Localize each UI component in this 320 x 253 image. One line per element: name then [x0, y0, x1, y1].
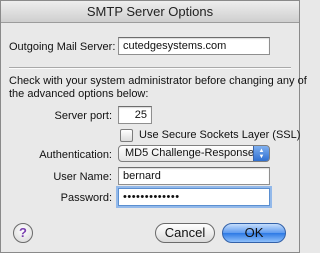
advanced-note-line2: the advanced options below: — [9, 88, 149, 100]
username-input[interactable]: bernard — [118, 167, 270, 185]
server-port-label: Server port: — [54, 110, 112, 122]
smtp-options-dialog: SMTP Server Options Outgoing Mail Server… — [0, 0, 307, 253]
section-divider — [9, 67, 291, 69]
advanced-note-line1: Check with your system administrator bef… — [9, 75, 307, 87]
ssl-checkbox[interactable] — [120, 129, 133, 142]
cancel-button[interactable]: Cancel — [155, 223, 215, 243]
popup-arrows-icon: ▲ ▼ — [253, 146, 269, 161]
authentication-label: Authentication: — [39, 149, 112, 161]
password-input[interactable]: ••••••••••••• — [118, 188, 270, 206]
outgoing-server-input[interactable]: cutedgesystems.com — [118, 37, 270, 55]
authentication-selected-value: MD5 Challenge-Response — [125, 147, 255, 159]
ok-button[interactable]: OK — [222, 223, 286, 243]
help-button[interactable]: ? — [13, 223, 33, 243]
dialog-title: SMTP Server Options — [1, 1, 299, 23]
ssl-label[interactable]: Use Secure Sockets Layer (SSL) — [139, 129, 300, 141]
password-label: Password: — [60, 192, 112, 204]
authentication-select[interactable]: MD5 Challenge-Response ▲ ▼ — [118, 145, 270, 162]
username-label: User Name: — [53, 171, 112, 183]
server-port-input[interactable]: 25 — [118, 106, 152, 124]
outgoing-server-label: Outgoing Mail Server: — [9, 41, 116, 53]
